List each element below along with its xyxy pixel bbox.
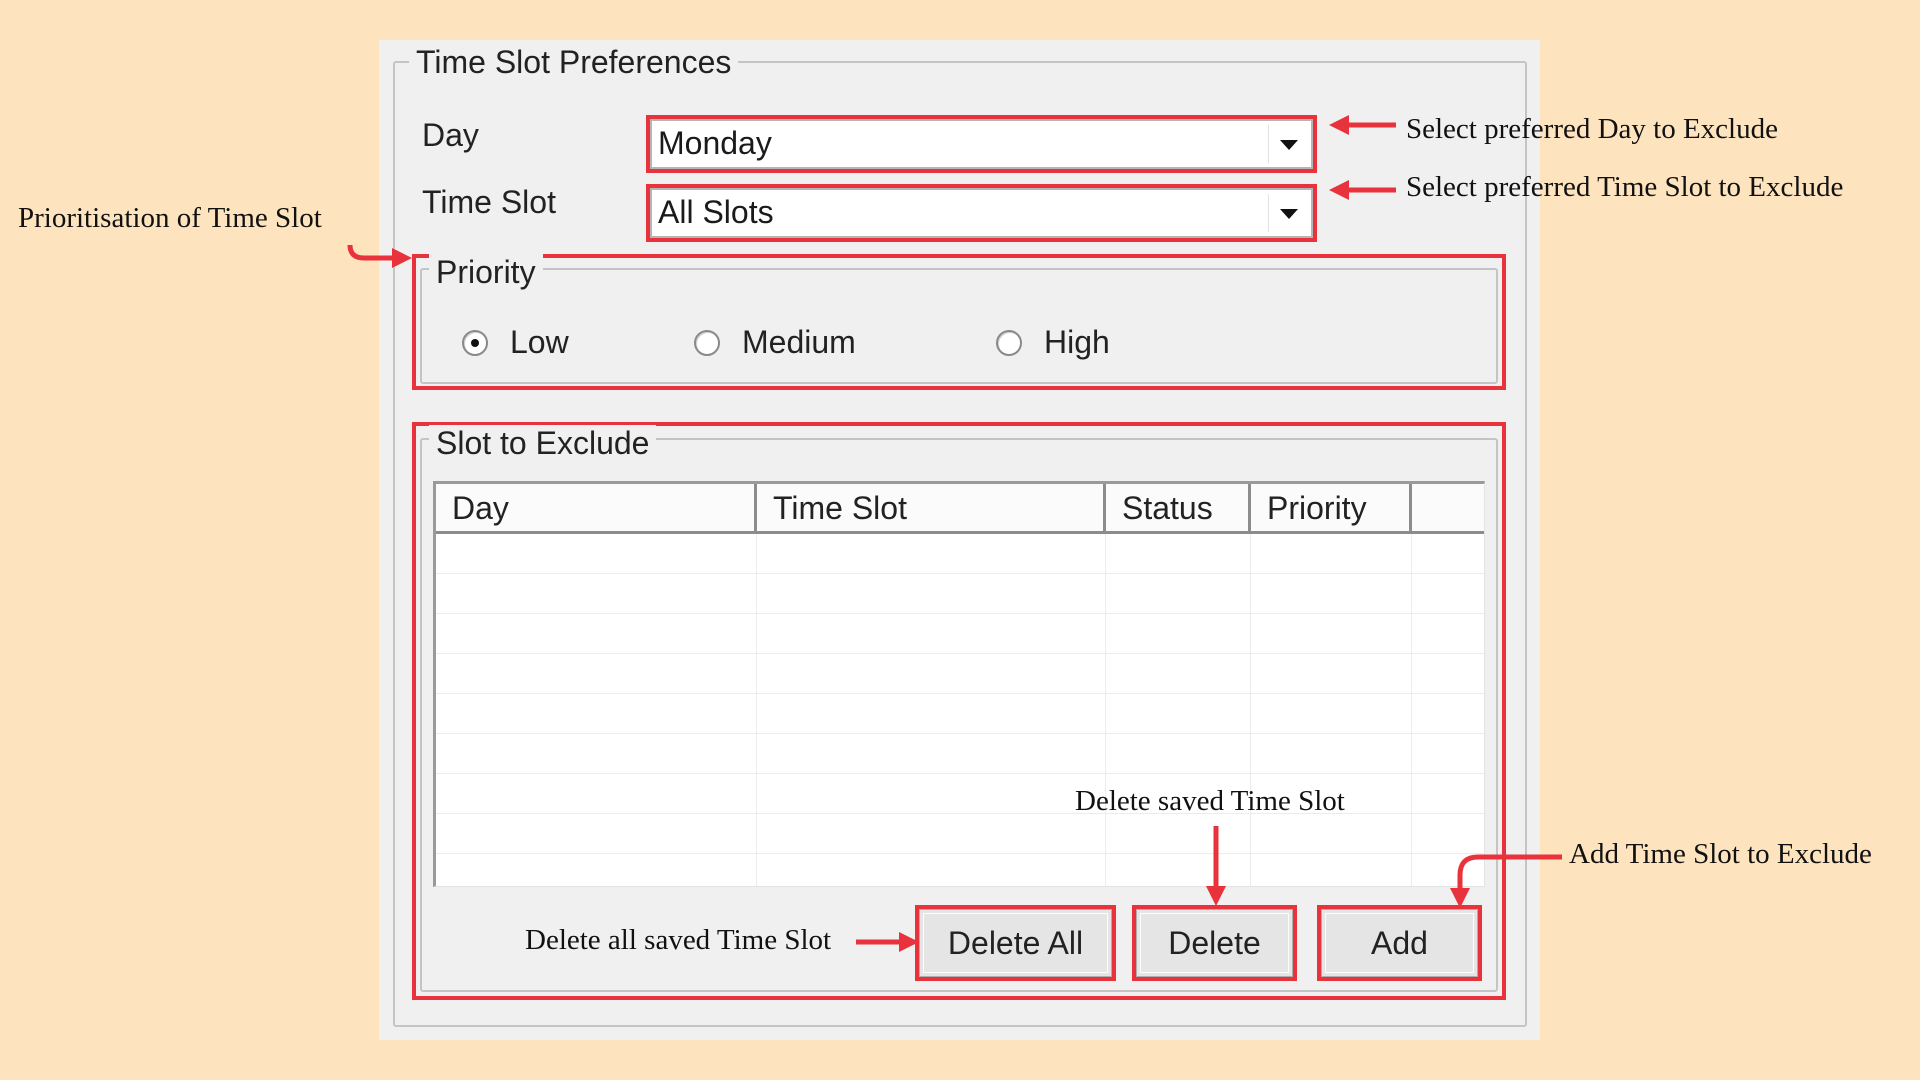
day-dropdown-value: Monday [658,125,772,161]
column-header-priority[interactable]: Priority [1251,484,1412,531]
table-row [436,734,1484,774]
table-row [436,574,1484,614]
add-button-label: Add [1371,924,1428,961]
annotation-add-slot: Add Time Slot to Exclude [1569,838,1872,870]
table-row [436,854,1484,886]
dropdown-arrow-icon[interactable] [1268,125,1307,163]
dropdown-arrow-icon[interactable] [1268,194,1307,232]
slot-to-exclude-title: Slot to Exclude [429,425,657,461]
table-row [436,614,1484,654]
time-slot-preferences-title: Time Slot Preferences [409,44,739,80]
column-header-time-slot[interactable]: Time Slot [757,484,1106,531]
table-row [436,694,1484,734]
annotation-select-time-slot: Select preferred Time Slot to Exclude [1406,171,1844,203]
priority-low-label: Low [510,324,569,360]
priority-medium-label: Medium [742,324,856,360]
annotation-prioritisation: Prioritisation of Time Slot [18,202,322,234]
slot-list-body [436,534,1484,886]
priority-group [420,268,1498,384]
column-header-status[interactable]: Status [1106,484,1251,531]
priority-high-label: High [1044,324,1110,360]
delete-all-button-label: Delete All [947,924,1084,961]
time-slot-label: Time Slot [422,184,556,220]
column-header-extra[interactable] [1412,484,1484,531]
annotation-select-day: Select preferred Day to Exclude [1406,113,1778,145]
table-row [436,814,1484,854]
column-header-day[interactable]: Day [436,484,757,531]
preferences-panel: Time Slot Preferences Day Monday Time Sl… [379,40,1540,1040]
annotation-delete-all-saved: Delete all saved Time Slot [525,924,832,956]
priority-low-option[interactable]: Low [462,324,569,361]
delete-all-button[interactable]: Delete All [915,905,1116,981]
priority-high-option[interactable]: High [996,324,1110,361]
day-dropdown[interactable]: Monday [646,115,1317,173]
priority-medium-option[interactable]: Medium [694,324,856,361]
slot-list-header: Day Time Slot Status Priority [436,484,1484,534]
radio-unchecked-icon[interactable] [996,329,1022,356]
time-slot-dropdown[interactable]: All Slots [646,184,1317,242]
table-row [436,654,1484,694]
annotation-delete-saved: Delete saved Time Slot [1075,785,1345,817]
slot-list-view[interactable]: Day Time Slot Status Priority [433,481,1485,887]
add-button[interactable]: Add [1317,905,1482,981]
table-row [436,534,1484,574]
delete-button[interactable]: Delete [1132,905,1297,981]
priority-title: Priority [429,254,543,290]
day-label: Day [422,117,479,153]
delete-button-label: Delete [1168,924,1261,961]
radio-checked-icon[interactable] [462,329,488,356]
radio-unchecked-icon[interactable] [694,329,720,356]
time-slot-dropdown-value: All Slots [658,194,774,230]
